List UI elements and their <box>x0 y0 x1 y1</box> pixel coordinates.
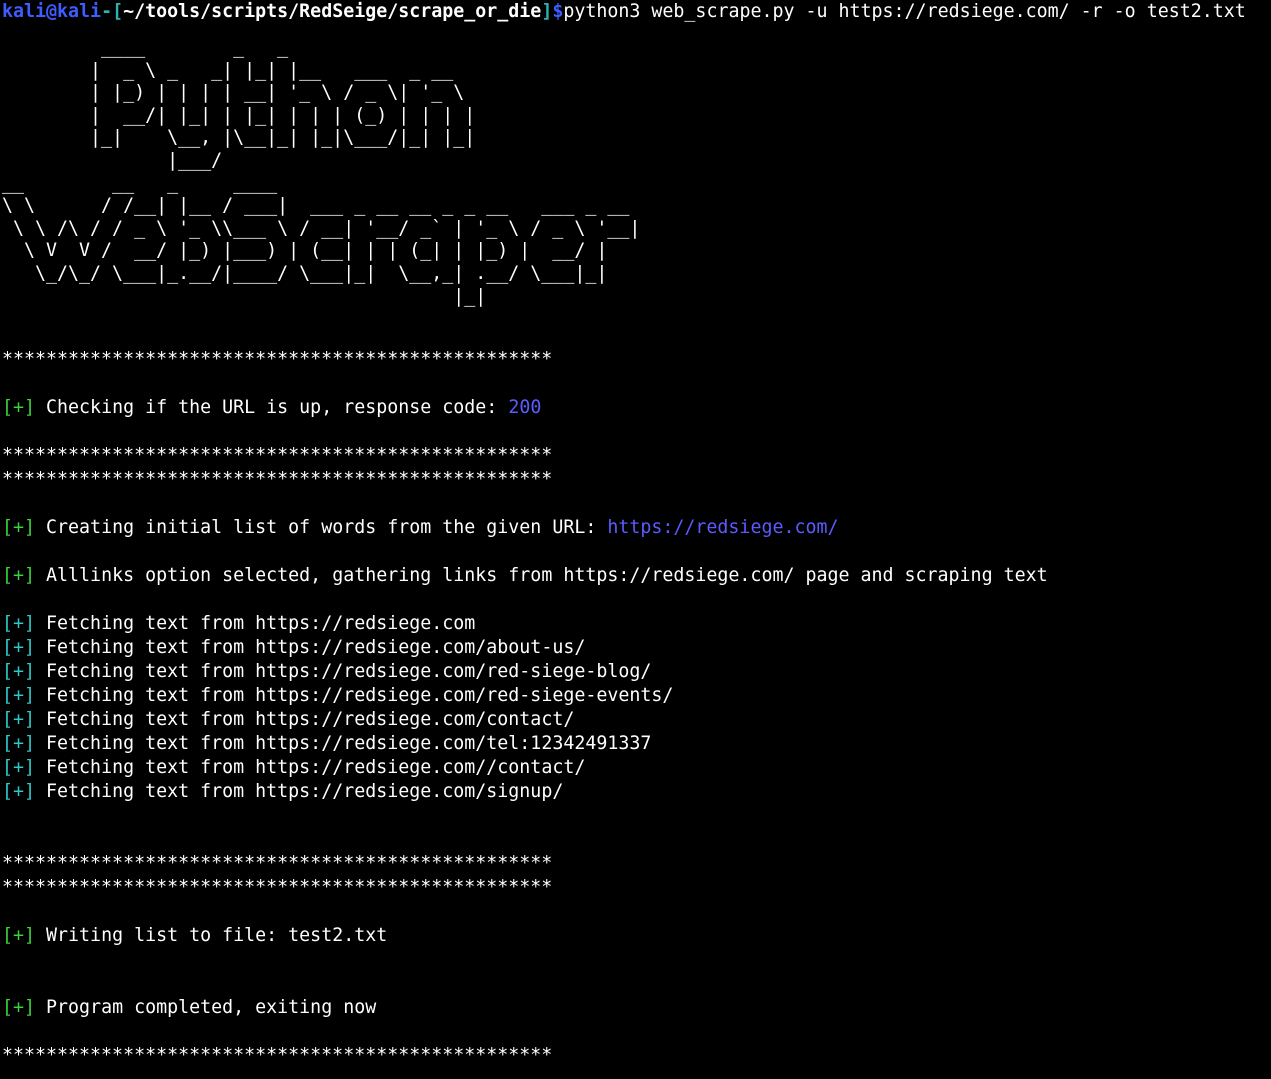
completed-text: Program completed, exiting now <box>35 997 377 1019</box>
fetch-tag: [+] <box>2 709 36 731</box>
completed-line: [+] Program completed, exiting now <box>2 996 1268 1020</box>
target-url: https://redsiege.com/ <box>607 517 839 539</box>
separator-line: ****************************************… <box>2 445 553 467</box>
banner-line: \ \ / /__| |__ / ___| ___ _ __ __ _ _ __… <box>2 195 630 217</box>
fetch-line: [+] Fetching text from https://redsiege.… <box>2 780 1268 804</box>
fetch-tag: [+] <box>2 757 36 779</box>
status-tag: [+] <box>2 397 36 419</box>
banner-line: |_| <box>2 285 487 307</box>
writing-line: [+] Writing list to file: test2.txt <box>2 924 1268 948</box>
status-tag: [+] <box>2 925 36 947</box>
fetch-text: Fetching text from https://redsiege.com/… <box>35 685 674 707</box>
fetch-tag: [+] <box>2 733 36 755</box>
fetch-tag: [+] <box>2 637 36 659</box>
banner-line: \_/\_/ \___|_.__/|____/ \___|_| \__,_| .… <box>2 262 608 284</box>
response-code: 200 <box>508 397 542 419</box>
fetch-line: [+] Fetching text from https://redsiege.… <box>2 756 1268 780</box>
command-prompt-line: kali@kali-[~/tools/scripts/RedSeige/scra… <box>2 0 1268 24</box>
fetch-text: Fetching text from https://redsiege.com/… <box>35 709 575 731</box>
status-tag: [+] <box>2 997 36 1019</box>
banner-line: |___/ <box>2 149 223 171</box>
fetch-list: [+] Fetching text from https://redsiege.… <box>2 612 1268 804</box>
banner-line: ____ _ _ <box>2 37 289 58</box>
banner-line: __ __ _ ____ <box>2 172 278 194</box>
banner-line: \ \ /\ / / _ \ '_ \\___ \ / __| '__/ _` … <box>2 217 641 239</box>
ascii-banner: ____ _ _ | _ \ _ _| |_| |__ ___ _ __ | |… <box>2 37 1268 308</box>
fetch-tag: [+] <box>2 661 36 683</box>
fetch-tag: [+] <box>2 685 36 707</box>
banner-line: | __/| |_| | |_| | | | (_) | | | | <box>2 104 476 126</box>
fetch-line: [+] Fetching text from https://redsiege.… <box>2 708 1268 732</box>
banner-line: | _ \ _ _| |_| |__ ___ _ __ <box>2 59 454 81</box>
terminal-window[interactable]: kali@kali-[~/tools/scripts/RedSeige/scra… <box>2 0 1268 1079</box>
separator-line: ****************************************… <box>2 877 553 899</box>
command-text: python3 web_scrape.py -u https://redsieg… <box>563 1 1246 22</box>
alllinks-line: [+] Alllinks option selected, gathering … <box>2 564 1268 588</box>
prompt-bracket-open: -[ <box>101 1 124 22</box>
fetch-tag: [+] <box>2 613 36 635</box>
url-check-line: [+] Checking if the URL is up, response … <box>2 396 1268 420</box>
writing-text: Writing list to file: test2.txt <box>35 925 388 947</box>
separator-line: ****************************************… <box>2 349 553 371</box>
separator-line: ****************************************… <box>2 853 553 875</box>
initial-list-text: Creating initial list of words from the … <box>35 517 608 539</box>
prompt-dollar: $ <box>552 1 564 22</box>
prompt-user-host: kali@kali <box>2 1 102 22</box>
fetch-line: [+] Fetching text from https://redsiege.… <box>2 660 1268 684</box>
fetch-text: Fetching text from https://redsiege.com/… <box>35 781 564 803</box>
fetch-text: Fetching text from https://redsiege.com/… <box>35 637 586 659</box>
banner-line: |_| \__, |\__|_| |_|\___/|_| |_| <box>2 127 476 149</box>
status-tag: [+] <box>2 565 36 587</box>
fetch-text: Fetching text from https://redsiege.com <box>35 613 476 635</box>
separator-line: ****************************************… <box>2 1045 553 1067</box>
banner-line: | |_) | | | | __| '_ \ / _ \| '_ \ <box>2 82 465 104</box>
initial-list-line: [+] Creating initial list of words from … <box>2 516 1268 540</box>
fetch-line: [+] Fetching text from https://redsiege.… <box>2 684 1268 708</box>
fetch-line: [+] Fetching text from https://redsiege.… <box>2 612 1268 636</box>
separator-line: ****************************************… <box>2 469 553 491</box>
alllinks-text: Alllinks option selected, gathering link… <box>35 565 1048 587</box>
fetch-text: Fetching text from https://redsiege.com/… <box>35 757 586 779</box>
url-check-text: Checking if the URL is up, response code… <box>35 397 509 419</box>
fetch-tag: [+] <box>2 781 36 803</box>
fetch-text: Fetching text from https://redsiege.com/… <box>35 661 652 683</box>
fetch-text: Fetching text from https://redsiege.com/… <box>35 733 652 755</box>
fetch-line: [+] Fetching text from https://redsiege.… <box>2 732 1268 756</box>
status-tag: [+] <box>2 517 36 539</box>
banner-line: \ V V / __/ |_) |___) | (__| | | (_| | |… <box>2 240 608 262</box>
prompt-bracket-close: ] <box>541 1 553 22</box>
prompt-path: ~/tools/scripts/RedSeige/scrape_or_die <box>123 1 542 22</box>
fetch-line: [+] Fetching text from https://redsiege.… <box>2 636 1268 660</box>
